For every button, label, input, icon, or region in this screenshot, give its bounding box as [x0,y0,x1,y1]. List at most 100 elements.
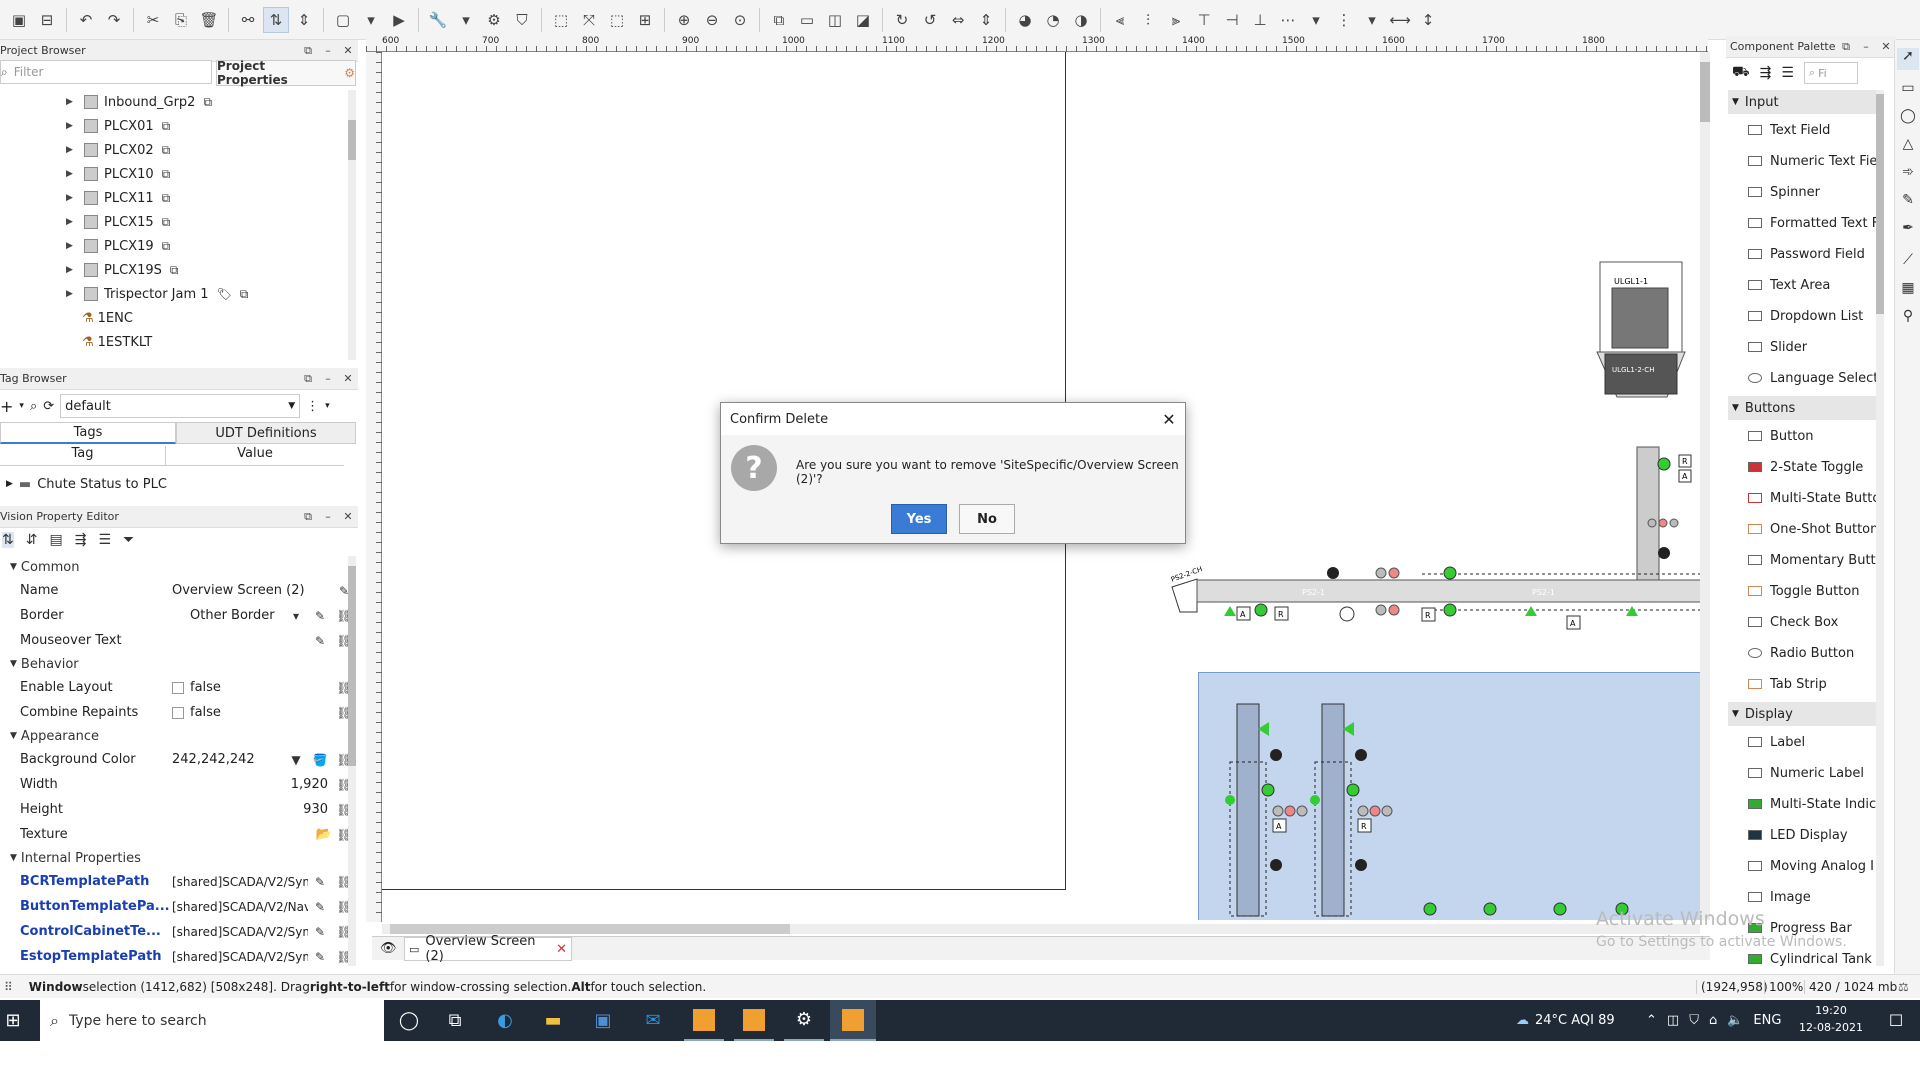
image-tool-icon[interactable]: ▦ [1897,280,1919,302]
chevron-down-icon[interactable]: ▼ [284,753,308,767]
ungroup-icon[interactable]: ⤧ [576,7,602,33]
edit-icon[interactable]: ✎ [308,925,332,939]
tree-item[interactable]: ▶ PLCX15 ⧉ [0,210,170,234]
flip-h-icon[interactable]: ⇔ [945,7,971,33]
comment-tool-icon[interactable]: ◯ [1897,108,1919,130]
ignition-app-icon[interactable] [734,1000,774,1041]
save-icon[interactable]: ▣ [6,7,32,33]
close-icon[interactable]: ✕ [338,372,358,385]
play-icon[interactable]: ▶ [386,7,412,33]
tray-app-icon[interactable]: ◫ [1667,1013,1679,1028]
ignition-designer-icon[interactable] [830,1000,876,1041]
filter-icon[interactable]: ⏷ [123,532,134,548]
edit-icon[interactable]: ✎ [308,634,332,648]
snap-icon[interactable]: ⚯ [235,7,261,33]
palette-item[interactable]: Spinner [1748,178,1820,206]
tag-row[interactable]: ▶ ▬ Chute Status to PLC [0,472,344,496]
edge-icon[interactable]: ◐ [486,1000,524,1041]
prop-row-texture[interactable]: Texture 📂 ⛓ [0,822,350,847]
dropdown-icon[interactable]: ▾ [19,401,24,411]
edit-icon[interactable]: ✎ [308,950,332,964]
prop-row-bcr-template[interactable]: BCRTemplatePath [shared]SCADA/V2/Sym ✎ ⛓ [0,869,350,894]
minimize-icon[interactable]: – [318,510,338,523]
project-filter-input[interactable]: ⌕ Filter [0,60,212,84]
store-icon[interactable]: ▣ [584,1000,622,1041]
distribute-h-icon[interactable]: ⋯ [1275,7,1301,33]
copy-icon[interactable]: ⎘ [168,7,194,33]
palette-item[interactable]: Formatted Text F [1748,209,1879,237]
network-icon[interactable]: ⌂ [1709,1013,1717,1028]
section-behavior[interactable]: ▼ Behavior [0,653,79,675]
notification-icon[interactable]: ☐ [1876,1000,1916,1041]
basic-view-icon[interactable]: ▤ [49,532,62,548]
prop-value[interactable]: 1,920 [170,777,332,792]
align-left-icon[interactable]: ⫷ [1107,7,1133,33]
close-icon[interactable]: ✕ [338,510,358,523]
clock[interactable]: 19:20 12-08-2021 [1798,1002,1864,1036]
checkbox[interactable] [172,706,184,719]
tree-item[interactable]: ▶ Trispector Jam 1 🏷 ⧉ [0,282,248,306]
palette-item[interactable]: Password Field [1748,240,1865,268]
align-middle-icon[interactable]: ⊣ [1219,7,1245,33]
canvas-hscrollbar[interactable] [382,924,1700,934]
align-center-icon[interactable]: ⫶ [1135,7,1161,33]
palette-item[interactable]: 2-State Toggle [1748,453,1863,481]
prop-row-estop-template[interactable]: EstopTemplatePath [shared]SCADA/V2/Sym ✎ ⛓ [0,944,350,966]
palette-item[interactable]: Numeric Label [1748,759,1864,787]
arrow-tool-icon[interactable]: ➾ [1897,164,1919,186]
layer-back-icon[interactable]: ◫ [822,7,848,33]
paint-bucket-icon[interactable]: 🪣 [308,753,332,767]
palette-item[interactable]: Toggle Button [1748,577,1859,605]
palette-section-input[interactable]: ▼ Input [1728,90,1876,114]
prop-row-button-template[interactable]: ButtonTemplatePa... [shared]SCADA/V2/Nav ✎… [0,894,350,919]
shape-tool-icon[interactable]: △ [1897,136,1919,158]
pen-tool-icon[interactable]: ✒ [1897,220,1919,242]
task-view-icon[interactable]: ⧉ [438,1000,472,1041]
prop-row-control-cabinet[interactable]: ControlCabinetTe... [shared]SCADA/V2/Sym ✎… [0,919,350,944]
palette-item[interactable]: Slider [1748,333,1807,361]
wrench-icon[interactable]: 🔧 [425,7,451,33]
yes-button[interactable]: Yes [891,504,947,534]
distribute-icon[interactable]: ⇕ [291,7,317,33]
tree-item[interactable]: ▶ PLCX10 ⧉ [0,162,170,186]
prop-row-background-color[interactable]: Background Color 242,242,242 ▼ 🪣 ⛓ [0,747,350,772]
taskbar-search-box[interactable]: ⌕ Type here to search [40,1000,384,1041]
canvas-vscrollbar[interactable] [1700,52,1710,920]
palette-item[interactable]: Numeric Text Fie [1748,147,1877,175]
pointer-tool-icon[interactable]: ➚ [1897,48,1919,70]
palette-item[interactable]: Text Field [1748,116,1830,144]
checkbox[interactable] [172,681,184,694]
palette-item[interactable]: Multi-State Butto [1748,484,1880,512]
palette-item[interactable]: Button [1748,422,1814,450]
shield-icon[interactable]: ⛉ [509,7,535,33]
tab-tags[interactable]: Tags [0,422,176,444]
windows-start-icon[interactable]: ⊞ [0,1000,26,1041]
search-icon[interactable]: ⌕ [30,399,37,414]
palette-item[interactable]: Language Select [1748,364,1878,392]
cortana-icon[interactable]: ◯ [392,1000,426,1041]
section-appearance[interactable]: ▼ Appearance [0,725,99,747]
float-icon[interactable]: ⧉ [298,510,318,524]
distribute-v-icon[interactable]: ⋮ [1331,7,1357,33]
prop-row-mouseover[interactable]: Mouseover Text ✎ ⛓ [0,628,350,653]
prop-value[interactable]: [shared]SCADA/V2/Sym [170,875,308,889]
palette-item[interactable]: Radio Button [1748,639,1854,667]
palette-item[interactable]: Moving Analog I [1748,852,1874,880]
tag-provider-select[interactable]: default ▼ [60,394,301,418]
flip-v-icon[interactable]: ⇕ [973,7,999,33]
folder-open-icon[interactable]: 📂 [170,827,332,842]
prop-row-border[interactable]: Border Other Border ▾ ✎ ⛓ [0,603,350,628]
shape-diff-icon[interactable]: ◔ [1040,7,1066,33]
minimize-icon[interactable]: – [1856,40,1876,53]
dropdown3-icon[interactable]: ▾ [1303,7,1329,33]
screen-tool-icon[interactable]: ▭ [1897,80,1919,102]
zoom-fit-icon[interactable]: ⊙ [727,7,753,33]
prop-row-name[interactable]: Name Overview Screen (2) ✎ [0,578,350,603]
align-bottom-icon[interactable]: ⊥ [1247,7,1273,33]
tree-item[interactable]: ⚗ 1ENC [0,306,133,330]
palette-scrollbar[interactable] [1876,90,1884,966]
prop-value[interactable]: Overview Screen (2) [170,583,332,598]
prop-row-width[interactable]: Width 1,920 ⛓ [0,772,350,797]
tree-item[interactable]: ▶ PLCX19S ⧉ [0,258,178,282]
section-common[interactable]: ▼ Common [0,556,79,578]
